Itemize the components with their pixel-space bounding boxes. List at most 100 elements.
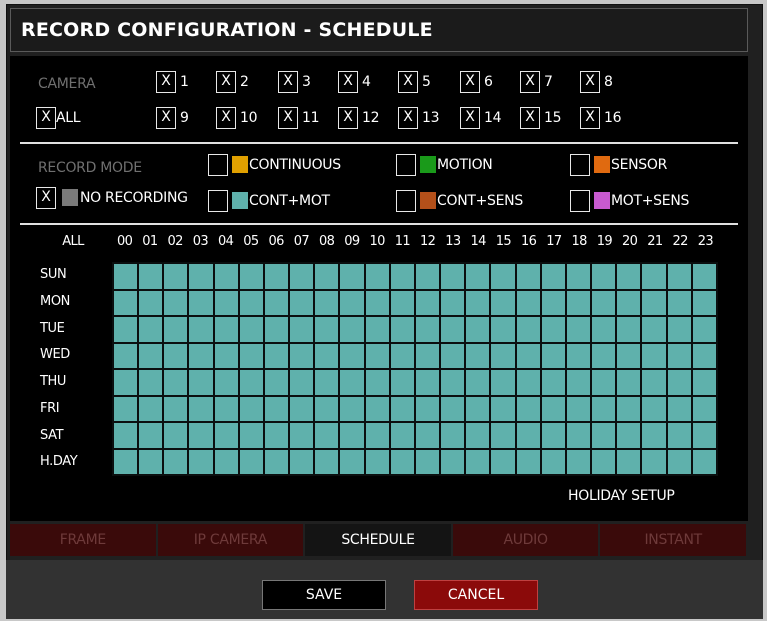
camera-16-checkbox[interactable]: X — [580, 107, 600, 129]
schedule-cell[interactable] — [164, 449, 188, 474]
schedule-cell[interactable] — [415, 370, 440, 395]
camera-4-checkbox[interactable]: X — [338, 71, 358, 93]
schedule-cell[interactable] — [642, 423, 666, 448]
day-label[interactable]: THU — [40, 374, 66, 389]
tab-instant[interactable]: INSTANT — [600, 524, 746, 556]
schedule-cell[interactable] — [239, 343, 263, 368]
hour-label[interactable]: 16 — [516, 234, 541, 249]
hour-label[interactable]: 10 — [365, 234, 390, 249]
day-label[interactable]: MON — [40, 294, 70, 309]
mode-mot-sens-checkbox[interactable] — [570, 190, 590, 212]
hour-label[interactable]: 09 — [339, 234, 364, 249]
schedule-cell[interactable] — [466, 370, 490, 395]
schedule-cell[interactable] — [365, 449, 389, 474]
schedule-cell[interactable] — [441, 264, 465, 289]
schedule-cell[interactable] — [214, 343, 238, 368]
schedule-cell[interactable] — [491, 396, 515, 421]
schedule-cell[interactable] — [239, 264, 263, 289]
no-recording-checkbox[interactable]: X — [36, 187, 56, 209]
schedule-cell[interactable] — [290, 449, 314, 474]
camera-1-checkbox[interactable]: X — [156, 71, 176, 93]
schedule-cell[interactable] — [466, 343, 490, 368]
camera-14-checkbox[interactable]: X — [460, 107, 480, 129]
schedule-cell[interactable] — [290, 423, 314, 448]
schedule-cell[interactable] — [541, 317, 565, 342]
schedule-cell[interactable] — [114, 423, 138, 448]
schedule-all-button[interactable]: ALL — [56, 234, 90, 249]
schedule-cell[interactable] — [164, 317, 188, 342]
schedule-cell[interactable] — [592, 264, 616, 289]
camera-9-checkbox[interactable]: X — [156, 107, 176, 129]
schedule-cell[interactable] — [415, 317, 440, 342]
schedule-cell[interactable] — [692, 396, 716, 421]
schedule-cell[interactable] — [290, 317, 314, 342]
schedule-cell[interactable] — [692, 449, 716, 474]
schedule-cell[interactable] — [592, 317, 616, 342]
schedule-cell[interactable] — [617, 423, 641, 448]
schedule-cell[interactable] — [541, 423, 565, 448]
schedule-cell[interactable] — [315, 423, 339, 448]
schedule-cell[interactable] — [642, 449, 666, 474]
schedule-cell[interactable] — [290, 264, 314, 289]
hour-label[interactable]: 11 — [390, 234, 415, 249]
schedule-cell[interactable] — [114, 290, 138, 315]
schedule-cell[interactable] — [239, 370, 263, 395]
schedule-cell[interactable] — [264, 317, 289, 342]
schedule-cell[interactable] — [340, 343, 364, 368]
schedule-cell[interactable] — [214, 449, 238, 474]
hour-label[interactable]: 17 — [541, 234, 566, 249]
schedule-cell[interactable] — [566, 317, 591, 342]
schedule-cell[interactable] — [415, 396, 440, 421]
schedule-cell[interactable] — [415, 343, 440, 368]
schedule-cell[interactable] — [541, 264, 565, 289]
schedule-cell[interactable] — [466, 396, 490, 421]
hour-label[interactable]: 21 — [642, 234, 667, 249]
schedule-cell[interactable] — [592, 370, 616, 395]
schedule-cell[interactable] — [642, 290, 666, 315]
schedule-cell[interactable] — [541, 290, 565, 315]
schedule-cell[interactable] — [566, 449, 591, 474]
save-button[interactable]: SAVE — [262, 580, 386, 610]
schedule-cell[interactable] — [214, 396, 238, 421]
hour-label[interactable]: 12 — [415, 234, 440, 249]
schedule-cell[interactable] — [466, 264, 490, 289]
schedule-cell[interactable] — [114, 396, 138, 421]
schedule-cell[interactable] — [491, 423, 515, 448]
camera-all-checkbox[interactable]: X — [36, 107, 56, 129]
schedule-cell[interactable] — [214, 423, 238, 448]
schedule-cell[interactable] — [617, 317, 641, 342]
schedule-cell[interactable] — [365, 343, 389, 368]
schedule-cell[interactable] — [516, 449, 540, 474]
schedule-cell[interactable] — [466, 317, 490, 342]
schedule-cell[interactable] — [491, 317, 515, 342]
camera-6-checkbox[interactable]: X — [460, 71, 480, 93]
schedule-cell[interactable] — [340, 370, 364, 395]
schedule-cell[interactable] — [340, 396, 364, 421]
schedule-cell[interactable] — [214, 290, 238, 315]
hour-label[interactable]: 03 — [188, 234, 213, 249]
hour-label[interactable]: 20 — [617, 234, 642, 249]
schedule-cell[interactable] — [164, 264, 188, 289]
tab-audio[interactable]: AUDIO — [452, 524, 599, 556]
schedule-cell[interactable] — [541, 343, 565, 368]
schedule-grid[interactable] — [112, 262, 718, 476]
camera-12-checkbox[interactable]: X — [338, 107, 358, 129]
schedule-cell[interactable] — [617, 290, 641, 315]
camera-2-checkbox[interactable]: X — [216, 71, 236, 93]
hour-label[interactable]: 00 — [112, 234, 137, 249]
schedule-cell[interactable] — [566, 396, 591, 421]
mode-continuous-checkbox[interactable] — [208, 154, 228, 176]
schedule-cell[interactable] — [692, 343, 716, 368]
mode-motion-checkbox[interactable] — [396, 154, 416, 176]
schedule-cell[interactable] — [365, 264, 389, 289]
schedule-cell[interactable] — [415, 449, 440, 474]
schedule-cell[interactable] — [491, 449, 515, 474]
schedule-cell[interactable] — [617, 264, 641, 289]
schedule-cell[interactable] — [441, 423, 465, 448]
schedule-cell[interactable] — [390, 290, 414, 315]
schedule-cell[interactable] — [264, 449, 289, 474]
schedule-cell[interactable] — [491, 264, 515, 289]
schedule-cell[interactable] — [264, 370, 289, 395]
schedule-cell[interactable] — [365, 290, 389, 315]
schedule-cell[interactable] — [617, 449, 641, 474]
